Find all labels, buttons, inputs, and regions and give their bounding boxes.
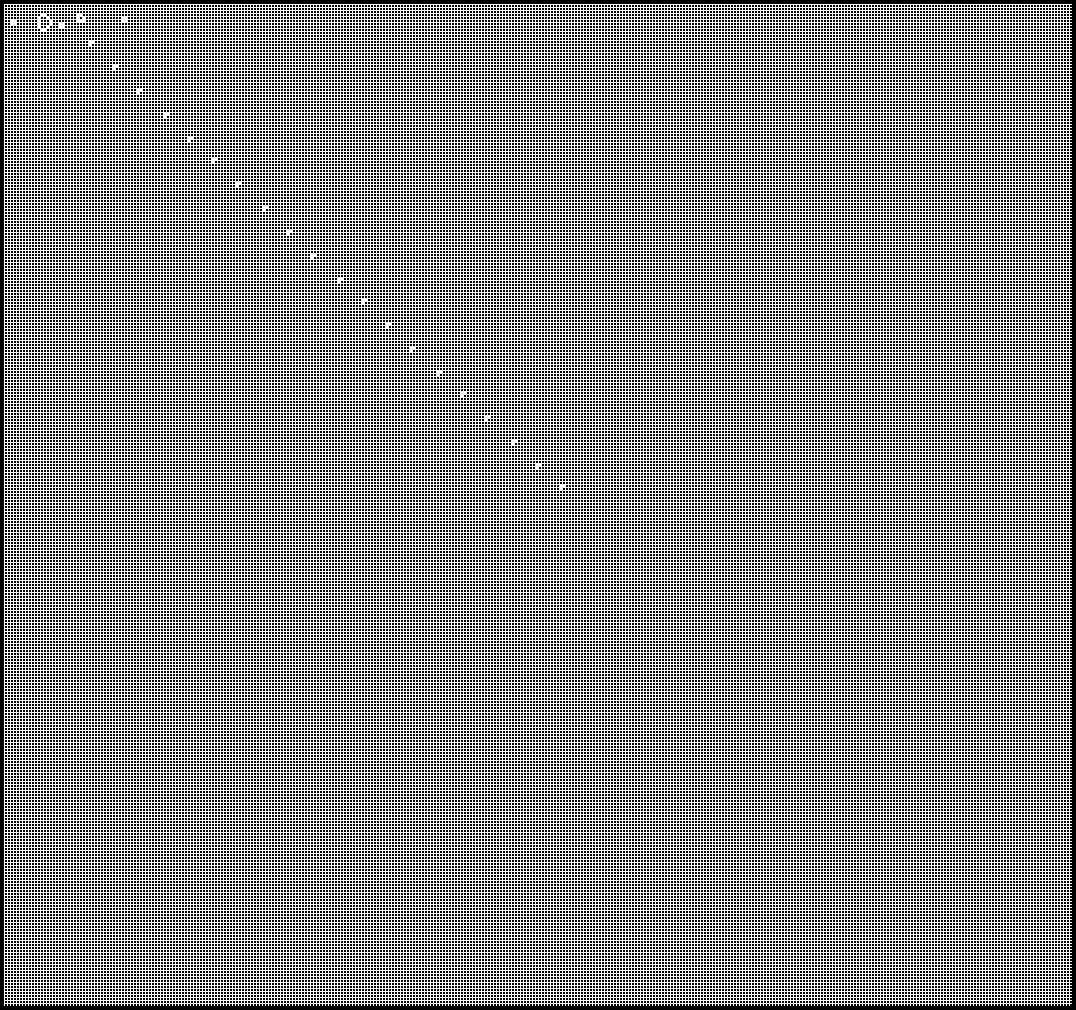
cell-grid[interactable]	[4, 4, 1072, 1006]
game-of-life-board	[0, 0, 1076, 1010]
